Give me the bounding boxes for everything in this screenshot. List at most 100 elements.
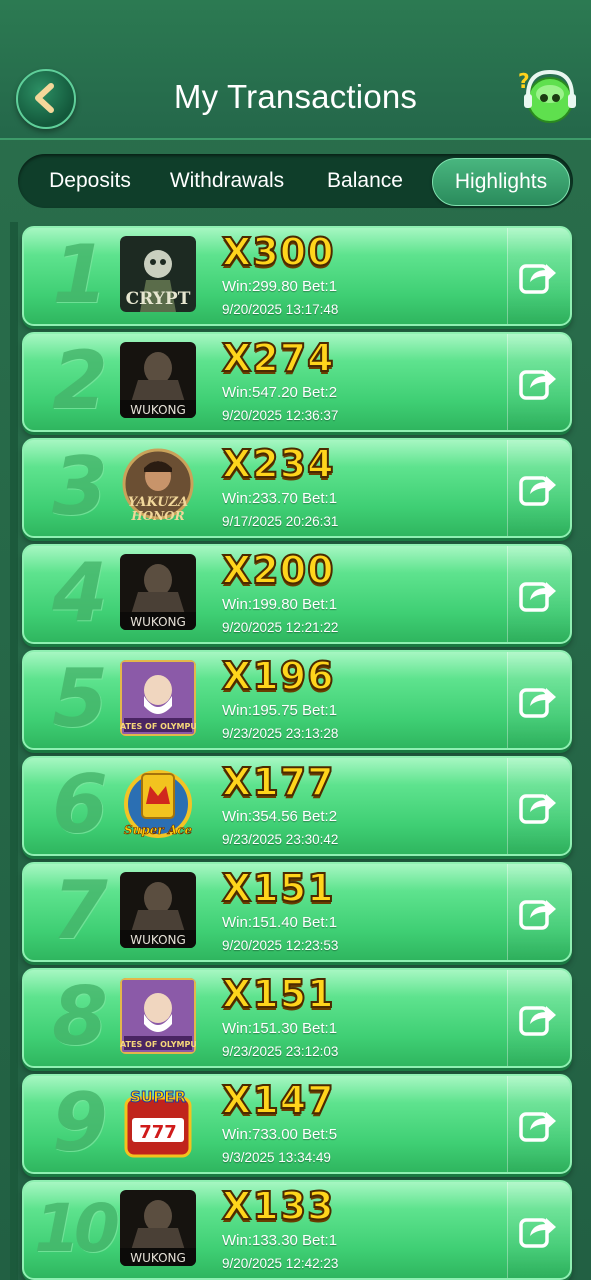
share-button[interactable] bbox=[507, 1182, 570, 1278]
share-arrow-icon bbox=[519, 1218, 556, 1248]
highlight-row[interactable]: 3 YAKUZA HONOR X234 Win:233.70 Bet:1 9/1… bbox=[22, 438, 572, 538]
svg-text:GATES OF OLYMPUS: GATES OF OLYMPUS bbox=[120, 722, 196, 731]
timestamp: 9/3/2025 13:34:49 bbox=[222, 1150, 331, 1165]
tab-highlights[interactable]: Highlights bbox=[432, 158, 570, 206]
share-button[interactable] bbox=[507, 440, 570, 536]
svg-text:WUKONG: WUKONG bbox=[130, 403, 186, 417]
timestamp: 9/17/2025 20:26:31 bbox=[222, 514, 339, 529]
game-thumbnail-wukong: WUKONG bbox=[120, 554, 196, 630]
share-arrow-icon bbox=[519, 476, 556, 506]
timestamp: 9/20/2025 12:23:53 bbox=[222, 938, 339, 953]
multiplier: X151 bbox=[221, 971, 335, 1017]
timestamp: 9/20/2025 12:36:37 bbox=[222, 408, 339, 423]
rank-number: 8 bbox=[52, 970, 108, 1063]
game-thumbnail-crypt: CRYPT bbox=[120, 236, 196, 312]
multiplier: X196 bbox=[221, 653, 335, 699]
highlight-row[interactable]: 2 WUKONG X274 Win:547.20 Bet:2 9/20/2025… bbox=[22, 332, 572, 432]
win-bet: Win:195.75 Bet:1 bbox=[222, 702, 338, 719]
multiplier: X177 bbox=[221, 759, 335, 805]
share-button[interactable] bbox=[507, 228, 570, 324]
multiplier: X200 bbox=[221, 547, 335, 593]
share-button[interactable] bbox=[507, 1076, 570, 1172]
svg-text:GATES OF OLYMPUS: GATES OF OLYMPUS bbox=[120, 1040, 196, 1049]
highlight-row[interactable]: 1 CRYPT X300 Win:299.80 Bet:1 9/20/2025 … bbox=[22, 226, 572, 326]
share-arrow-icon bbox=[519, 1112, 556, 1142]
tab-deposits[interactable]: Deposits bbox=[32, 158, 148, 204]
multiplier: X133 bbox=[221, 1183, 335, 1229]
game-thumbnail-gates-of-olympus: GATES OF OLYMPUS bbox=[120, 978, 196, 1054]
share-button[interactable] bbox=[507, 864, 570, 960]
game-thumbnail-wukong: WUKONG bbox=[120, 342, 196, 418]
rank-number: 6 bbox=[52, 758, 108, 851]
game-thumbnail-yakuza-honor: YAKUZA HONOR bbox=[122, 448, 194, 523]
svg-text:WUKONG: WUKONG bbox=[130, 933, 186, 947]
share-button[interactable] bbox=[507, 758, 570, 854]
rank-number: 2 bbox=[52, 334, 108, 427]
share-button[interactable] bbox=[507, 334, 570, 430]
svg-text:CRYPT: CRYPT bbox=[126, 289, 191, 309]
svg-text:?: ? bbox=[518, 69, 530, 93]
game-thumbnail-wukong: WUKONG bbox=[120, 872, 196, 948]
svg-text:Super Ace: Super Ace bbox=[124, 823, 193, 837]
svg-text:SUPER: SUPER bbox=[130, 1088, 186, 1106]
share-arrow-icon bbox=[519, 582, 556, 612]
share-arrow-icon bbox=[519, 370, 556, 400]
highlight-row[interactable]: 8 GATES OF OLYMPUS X151 Win:151.30 Bet:1… bbox=[22, 968, 572, 1068]
highlight-row[interactable]: 5 GATES OF OLYMPUS X196 Win:195.75 Bet:1… bbox=[22, 650, 572, 750]
multiplier: X234 bbox=[221, 441, 335, 487]
win-bet: Win:151.30 Bet:1 bbox=[222, 1020, 338, 1037]
share-arrow-icon bbox=[519, 1006, 556, 1036]
rank-number: 5 bbox=[52, 652, 108, 745]
win-bet: Win:133.30 Bet:1 bbox=[222, 1232, 338, 1249]
tab-balance[interactable]: Balance bbox=[310, 158, 420, 204]
svg-text:YAKUZA: YAKUZA bbox=[128, 495, 188, 510]
timestamp: 9/23/2025 23:13:28 bbox=[222, 726, 339, 741]
win-bet: Win:733.00 Bet:5 bbox=[222, 1126, 338, 1143]
svg-text:WUKONG: WUKONG bbox=[130, 1251, 186, 1265]
win-bet: Win:233.70 Bet:1 bbox=[222, 490, 338, 507]
win-bet: Win:547.20 Bet:2 bbox=[222, 384, 338, 401]
highlight-row[interactable]: 10 WUKONG X133 Win:133.30 Bet:1 9/20/202… bbox=[22, 1180, 572, 1280]
timestamp: 9/23/2025 23:30:42 bbox=[222, 832, 339, 847]
rank-number: 7 bbox=[52, 864, 108, 957]
game-thumbnail-gates-of-olympus: GATES OF OLYMPUS bbox=[120, 660, 196, 736]
transaction-tabs: Deposits Withdrawals Balance Highlights bbox=[18, 154, 573, 208]
top-bar: My Transactions ? bbox=[0, 0, 591, 140]
multiplier: X300 bbox=[221, 229, 335, 275]
rank-number: 10 bbox=[34, 1190, 120, 1267]
rank-number: 1 bbox=[52, 228, 108, 321]
multiplier: X151 bbox=[221, 865, 335, 911]
timestamp: 9/20/2025 12:21:22 bbox=[222, 620, 339, 635]
tab-withdrawals[interactable]: Withdrawals bbox=[164, 158, 290, 204]
list-edge bbox=[10, 222, 18, 1280]
rank-number: 9 bbox=[52, 1076, 108, 1169]
share-button[interactable] bbox=[507, 970, 570, 1066]
timestamp: 9/20/2025 13:17:48 bbox=[222, 302, 339, 317]
game-thumbnail-super-ace: Super Ace bbox=[124, 770, 193, 838]
share-arrow-icon bbox=[519, 794, 556, 824]
support-button[interactable]: ? bbox=[516, 66, 578, 128]
win-bet: Win:299.80 Bet:1 bbox=[222, 278, 338, 295]
share-arrow-icon bbox=[519, 688, 556, 718]
support-agent-icon: ? bbox=[518, 69, 576, 123]
share-button[interactable] bbox=[507, 652, 570, 748]
win-bet: Win:151.40 Bet:1 bbox=[222, 914, 338, 931]
svg-text:777: 777 bbox=[139, 1122, 177, 1143]
share-arrow-icon bbox=[519, 264, 556, 294]
win-bet: Win:354.56 Bet:2 bbox=[222, 808, 338, 825]
timestamp: 9/23/2025 23:12:03 bbox=[222, 1044, 339, 1059]
multiplier: X147 bbox=[221, 1077, 335, 1123]
multiplier: X274 bbox=[221, 335, 335, 381]
highlight-row[interactable]: 6 Super Ace X177 Win:354.56 Bet:2 9/23/2… bbox=[22, 756, 572, 856]
win-bet: Win:199.80 Bet:1 bbox=[222, 596, 338, 613]
game-thumbnail-wukong: WUKONG bbox=[120, 1190, 196, 1266]
game-thumbnail-super-777: 777 SUPER bbox=[124, 1088, 192, 1158]
svg-text:HONOR: HONOR bbox=[130, 509, 184, 523]
highlight-row[interactable]: 7 WUKONG X151 Win:151.40 Bet:1 9/20/2025… bbox=[22, 862, 572, 962]
highlight-row[interactable]: 9 777 SUPER X147 Win:733.00 Bet:5 9/3/20… bbox=[22, 1074, 572, 1174]
svg-text:WUKONG: WUKONG bbox=[130, 615, 186, 629]
share-button[interactable] bbox=[507, 546, 570, 642]
rank-number: 3 bbox=[52, 440, 108, 533]
highlight-row[interactable]: 4 WUKONG X200 Win:199.80 Bet:1 9/20/2025… bbox=[22, 544, 572, 644]
page-title: My Transactions bbox=[173, 78, 418, 115]
